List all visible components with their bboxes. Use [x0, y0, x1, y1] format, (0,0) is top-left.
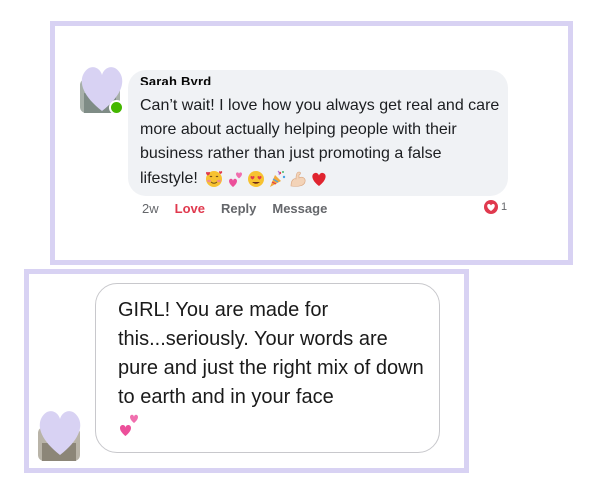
flexed-biceps-icon	[290, 171, 306, 187]
party-popper-icon	[269, 170, 285, 187]
comment-actions: 2w Love Reply Message	[142, 201, 343, 216]
comment-text: Can’t wait! I love how you always get re…	[140, 97, 500, 162]
comment-text-end: lifestyle!	[140, 170, 198, 187]
heart-eyes-icon	[247, 171, 264, 187]
smiling-face-with-hearts-icon	[205, 171, 222, 187]
online-status-dot	[109, 100, 124, 115]
comment-author[interactable]: Sarah Byrd	[140, 76, 211, 85]
reaction-count: 1	[501, 201, 508, 213]
comment-timestamp[interactable]: 2w	[142, 201, 159, 216]
message-text: GIRL! You are made for this...seriously.…	[118, 299, 424, 408]
love-button[interactable]: Love	[175, 201, 205, 216]
love-reaction-icon	[482, 198, 500, 216]
reply-button[interactable]: Reply	[221, 201, 256, 216]
two-hearts-icon	[120, 414, 138, 436]
red-heart-icon	[312, 172, 326, 186]
comment-emoji-line: lifestyle!	[140, 166, 329, 192]
message-button[interactable]: Message	[272, 201, 327, 216]
reaction-summary[interactable]: 1	[482, 197, 507, 217]
two-hearts-icon	[228, 172, 242, 187]
sender-avatar[interactable]	[36, 405, 84, 461]
